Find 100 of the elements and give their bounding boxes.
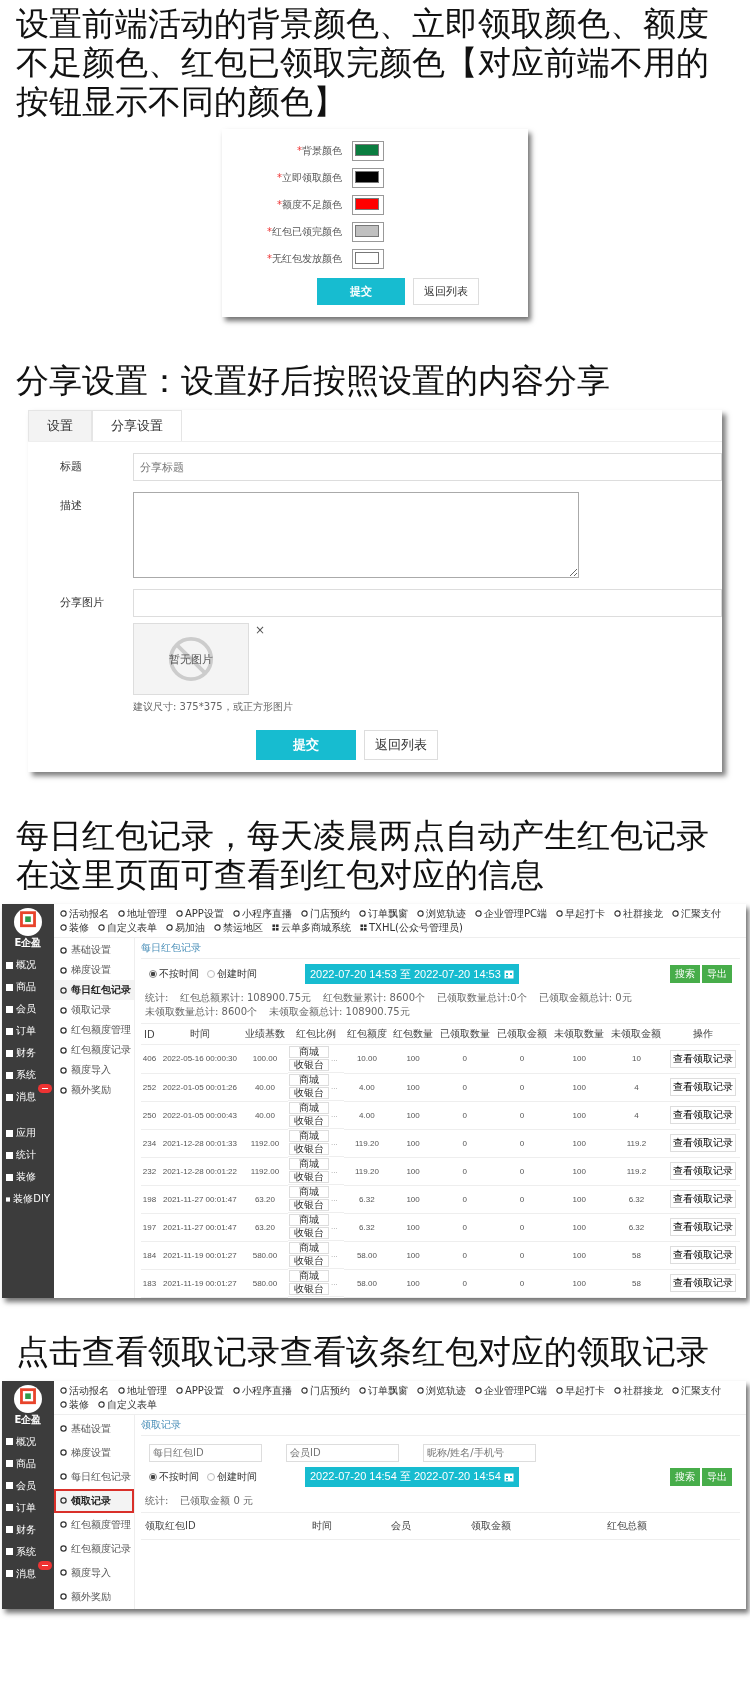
tag-button[interactable]: 收银台	[289, 1115, 330, 1127]
nav-item[interactable]: 禁运地区	[214, 921, 263, 934]
sidebar-item[interactable]: 会员	[2, 998, 54, 1020]
breadcrumb[interactable]: 每日红包记录	[141, 938, 740, 959]
submenu-item[interactable]: 梯度设置	[54, 1440, 134, 1465]
sidebar-item[interactable]: 会员	[2, 1474, 54, 1497]
view-records-button[interactable]: 查看领取记录	[669, 1162, 736, 1180]
sidebar-item[interactable]: 应用	[2, 1122, 54, 1144]
submenu-item[interactable]: 梯度设置	[54, 960, 134, 980]
tag-button[interactable]: 收银台	[289, 1255, 330, 1267]
view-records-button[interactable]: 查看领取记录	[669, 1274, 736, 1292]
tag-button[interactable]: 收银台	[289, 1087, 330, 1099]
submenu-item[interactable]: 领取记录	[54, 1488, 134, 1513]
nav-item[interactable]: 自定义表单	[98, 921, 157, 934]
nav-item[interactable]: 浏览轨迹	[416, 907, 466, 920]
submenu-item[interactable]: 额外奖励	[54, 1584, 134, 1609]
nav-item[interactable]: APP设置	[176, 907, 224, 920]
sidebar-item[interactable]: 概况	[2, 954, 54, 976]
submenu-item[interactable]: 红包额度管理	[54, 1512, 134, 1537]
view-records-button[interactable]: 查看领取记录	[669, 1049, 736, 1068]
nav-item[interactable]: 地址管理	[118, 907, 167, 920]
tag-button[interactable]: 商城	[289, 1186, 330, 1198]
nav-item[interactable]: 装修	[60, 1397, 89, 1411]
nav-item[interactable]: APP设置	[176, 1383, 224, 1397]
nav-item[interactable]: 自定义表单	[98, 1397, 157, 1411]
nav-item[interactable]: 社群接龙	[613, 1383, 663, 1397]
color-picker[interactable]	[352, 221, 384, 242]
tag-button[interactable]: 收银台	[289, 1283, 330, 1295]
nav-item[interactable]: 社群接龙	[613, 907, 663, 920]
nav-item[interactable]: 企业管理PC端	[474, 1383, 547, 1397]
sidebar-item[interactable]: 商品	[2, 1452, 54, 1475]
view-records-button[interactable]: 查看领取记录	[669, 1106, 736, 1124]
radio-option[interactable]: 创建时间	[207, 1469, 257, 1484]
tag-button[interactable]: 收银台	[289, 1199, 330, 1211]
submenu-item[interactable]: 红包额度管理	[54, 1020, 134, 1040]
radio-option[interactable]: 创建时间	[207, 967, 257, 981]
nav-item[interactable]: 地址管理	[118, 1383, 167, 1397]
color-picker[interactable]	[352, 194, 384, 215]
submenu-item[interactable]: 额外奖励	[54, 1080, 134, 1100]
tag-button[interactable]: 收银台	[289, 1143, 330, 1155]
nav-item[interactable]: 云单多商城系统	[272, 921, 351, 934]
nav-item[interactable]: 企业管理PC端	[474, 907, 547, 920]
title-field[interactable]: 分享标题	[133, 453, 722, 481]
sidebar-item[interactable]: 装修	[2, 1166, 54, 1188]
sidebar-item[interactable]: 统计	[2, 1144, 54, 1166]
view-records-button[interactable]: 查看领取记录	[669, 1078, 736, 1096]
back-button[interactable]: 返回列表	[364, 730, 438, 760]
submenu-item[interactable]: 基础设置	[54, 1416, 134, 1441]
sidebar-item[interactable]: 系统	[2, 1064, 54, 1086]
color-picker[interactable]	[352, 248, 384, 269]
nav-item[interactable]: 早起打卡	[555, 1383, 605, 1397]
nav-item[interactable]: TXHL(公众号管理员)	[360, 921, 463, 934]
submenu-item[interactable]: 基础设置	[54, 940, 134, 960]
view-records-button[interactable]: 查看领取记录	[669, 1246, 736, 1264]
tag-button[interactable]: 商城	[289, 1242, 330, 1254]
view-records-button[interactable]: 查看领取记录	[669, 1218, 736, 1236]
sidebar-item[interactable]: 概况	[2, 1430, 54, 1453]
sidebar-item[interactable]: 财务	[2, 1518, 54, 1541]
tab[interactable]: 分享设置	[92, 410, 182, 441]
view-records-button[interactable]: 查看领取记录	[669, 1134, 736, 1152]
sidebar-item[interactable]: 系统	[2, 1540, 54, 1563]
submenu-item[interactable]: 每日红包记录	[54, 980, 134, 1000]
nav-item[interactable]: 易加油	[166, 921, 205, 934]
nav-item[interactable]: 门店预约	[300, 1383, 350, 1397]
sidebar-item[interactable]: 订单	[2, 1020, 54, 1042]
tag-button[interactable]: 商城	[289, 1074, 330, 1086]
search-field[interactable]: 昵称/姓名/手机号	[423, 1443, 536, 1462]
nav-item[interactable]: 汇聚支付	[671, 1383, 721, 1397]
color-picker[interactable]	[352, 140, 384, 161]
tag-button[interactable]: 商城	[289, 1102, 330, 1114]
nav-item[interactable]: 订单飘窗	[358, 1383, 408, 1397]
nav-item[interactable]: 门店预约	[300, 907, 350, 920]
tag-button[interactable]: 商城	[289, 1158, 330, 1170]
sidebar-item[interactable]: 订单	[2, 1496, 54, 1519]
tab[interactable]: 设置	[28, 410, 92, 441]
search-field[interactable]: 会员ID	[286, 1443, 399, 1462]
tag-button[interactable]: 收银台	[289, 1059, 330, 1071]
nav-item[interactable]: 活动报名	[60, 1383, 109, 1397]
radio-option[interactable]: 不按时间	[149, 967, 199, 981]
sidebar-item[interactable]: 消息	[2, 1562, 54, 1585]
remove-button[interactable]: ×	[255, 623, 266, 637]
back-button[interactable]: 返回列表	[413, 278, 479, 305]
submenu-item[interactable]: 红包额度记录	[54, 1040, 134, 1060]
nav-item[interactable]: 浏览轨迹	[416, 1383, 466, 1397]
nav-item[interactable]: 汇聚支付	[671, 907, 721, 920]
tag-button[interactable]: 商城	[289, 1130, 330, 1142]
radio-option[interactable]: 不按时间	[149, 1469, 199, 1484]
image-url-field[interactable]	[133, 589, 722, 617]
sidebar-item[interactable]: 商品	[2, 976, 54, 998]
sidebar-item[interactable]: 装修DIY	[2, 1188, 54, 1210]
nav-item[interactable]: 订单飘窗	[358, 907, 408, 920]
nav-item[interactable]: 装修	[60, 921, 89, 934]
sidebar-item[interactable]: 财务	[2, 1042, 54, 1064]
sidebar-item[interactable]: 消息	[2, 1086, 54, 1108]
submenu-item[interactable]: 领取记录	[54, 1000, 134, 1020]
submenu-item[interactable]: 红包额度记录	[54, 1536, 134, 1561]
tag-button[interactable]: 收银台	[289, 1227, 330, 1239]
nav-item[interactable]: 早起打卡	[555, 907, 605, 920]
tag-button[interactable]: 商城	[289, 1214, 330, 1226]
submenu-item[interactable]: 额度导入	[54, 1060, 134, 1080]
